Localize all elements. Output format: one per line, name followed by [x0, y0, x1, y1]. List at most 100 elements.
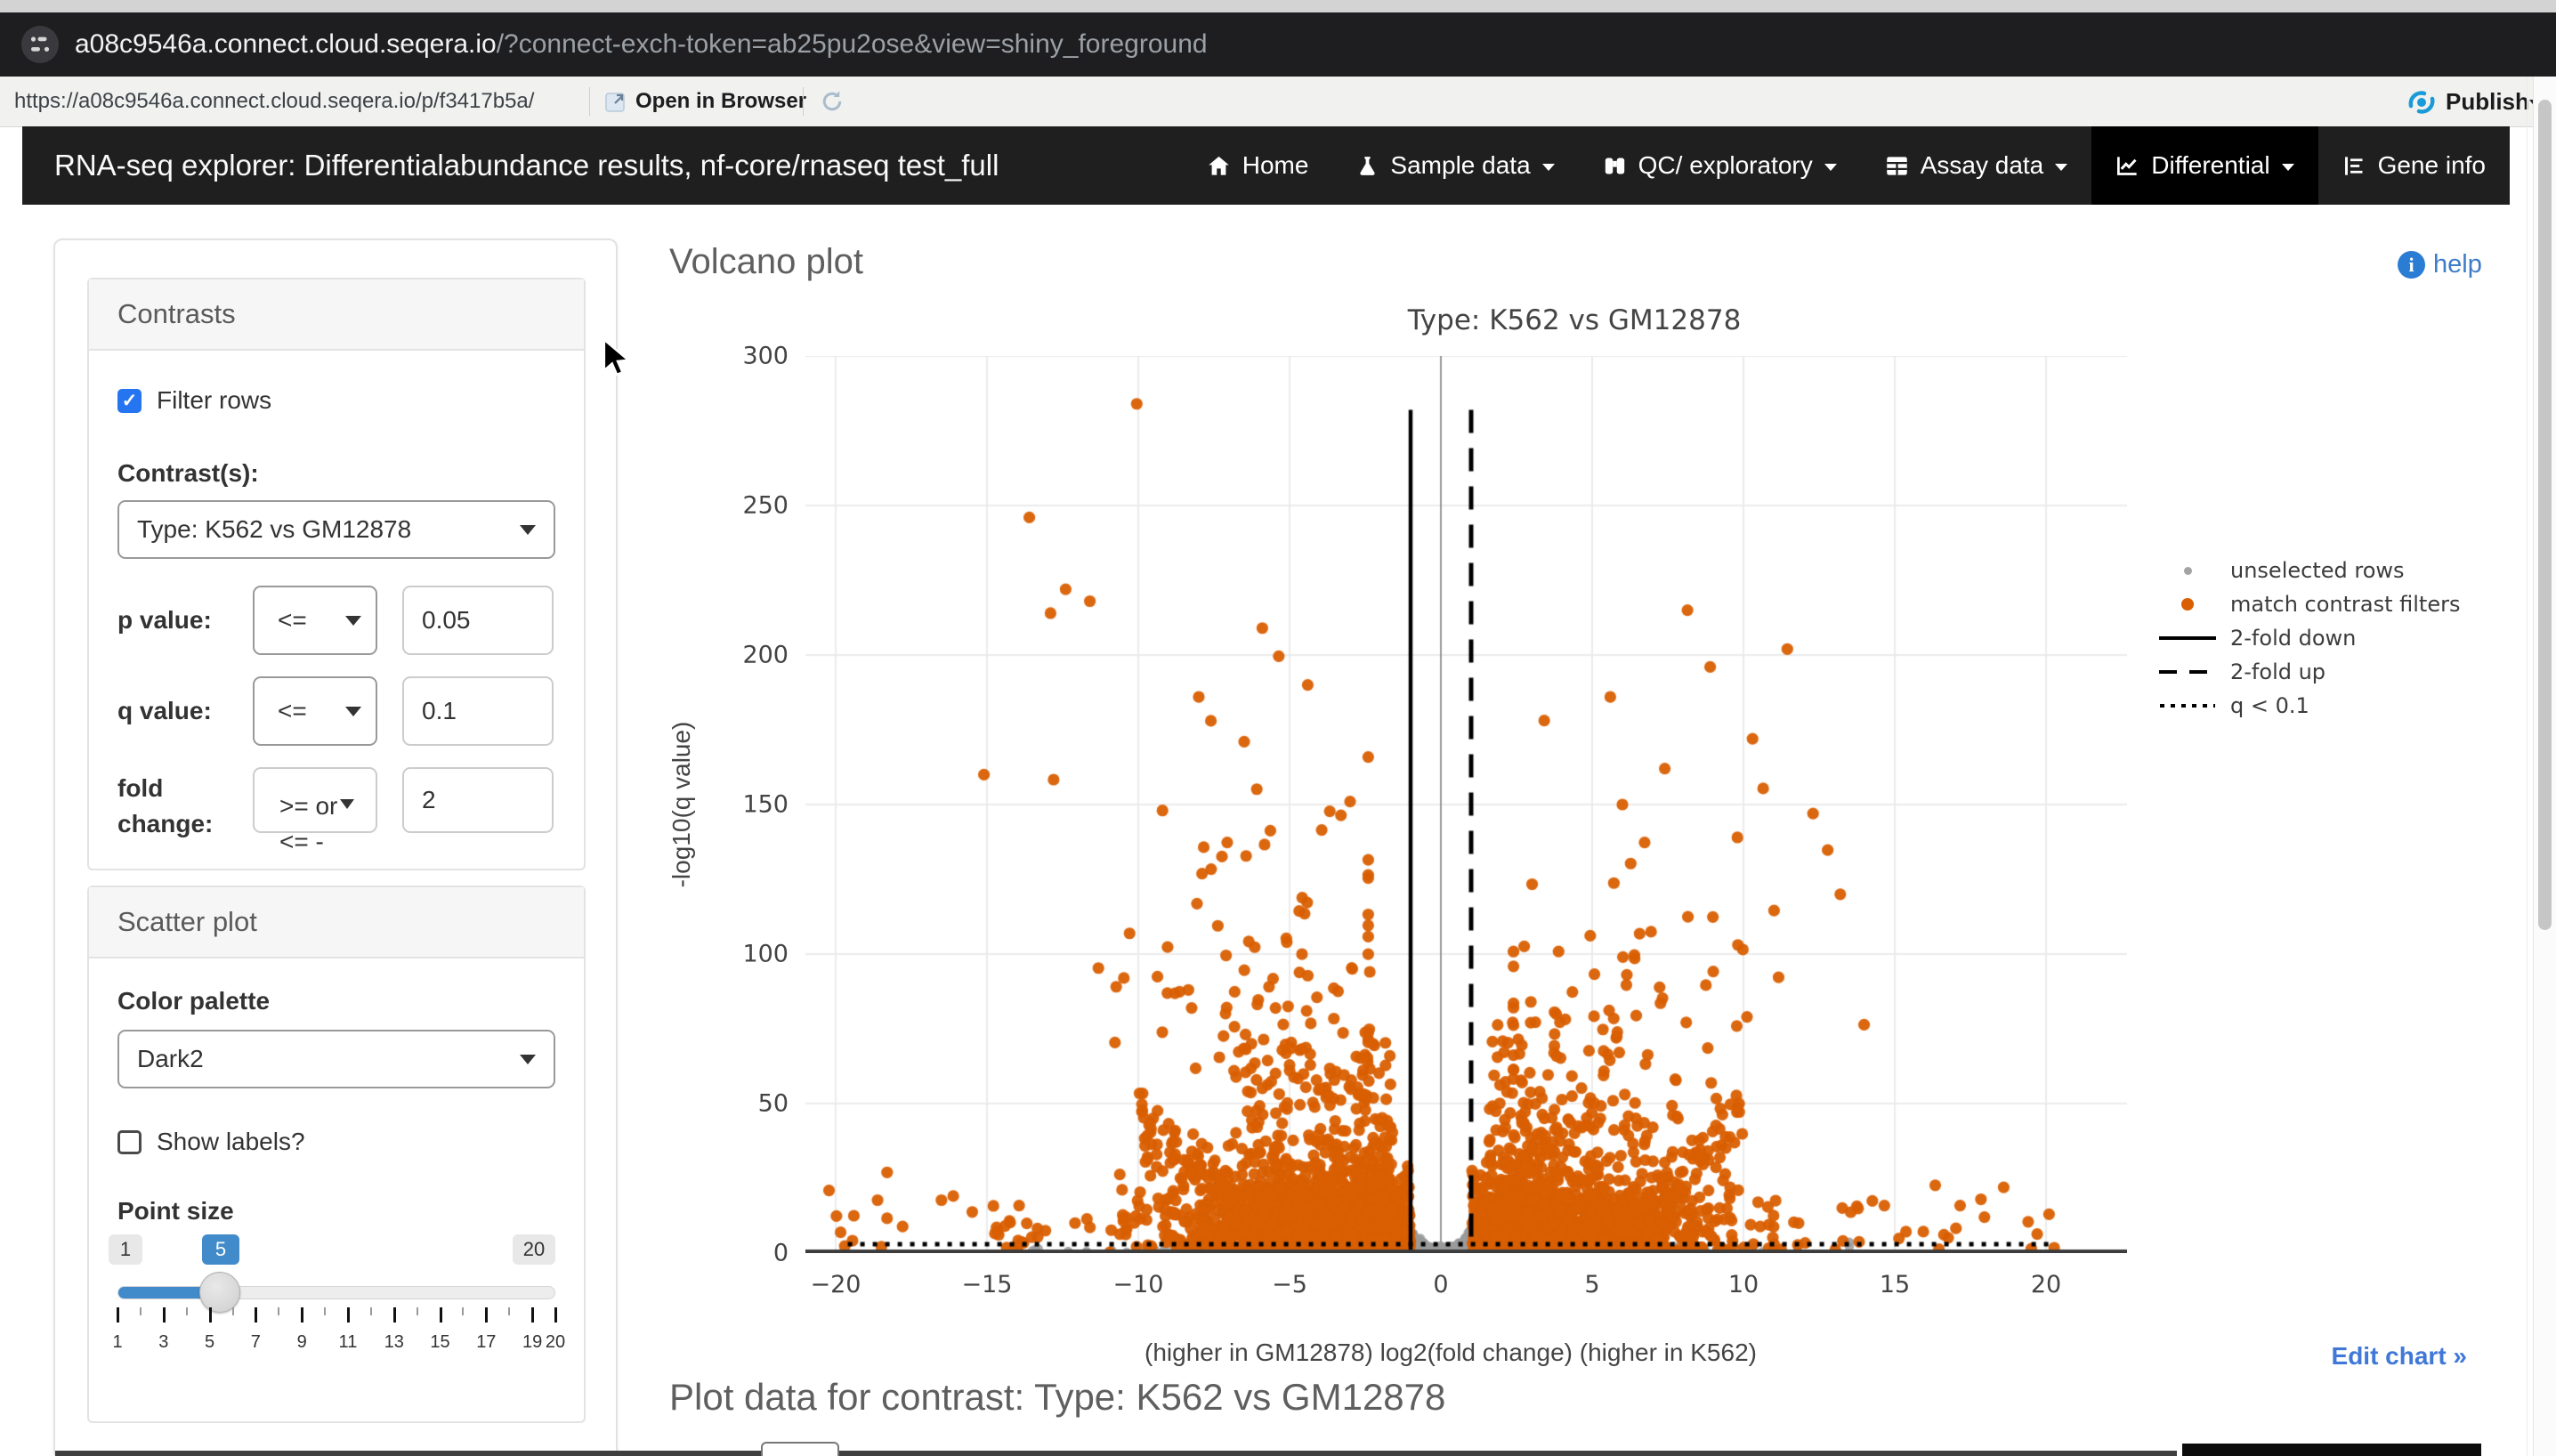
slider-tick-label: 1 [112, 1332, 122, 1353]
contrast-label: Contrast(s): [117, 459, 555, 488]
chevron-down-icon [1824, 164, 1837, 171]
point-size-slider: 1 5 20 13579111315171920 [117, 1234, 555, 1377]
screen: a08c9546a.connect.cloud.seqera.io/?conne… [0, 0, 2556, 1456]
info-icon[interactable]: i [2398, 251, 2425, 279]
scrollbar-thumb[interactable] [2538, 100, 2552, 930]
slider-tick-label: 19 [522, 1332, 542, 1353]
legend-item-match-filters[interactable]: match contrast filters [2154, 587, 2460, 621]
location-url[interactable]: https://a08c9546a.connect.cloud.seqera.i… [14, 77, 534, 126]
nav-item-qc-exploratory[interactable]: QC/ exploratory [1579, 126, 1861, 205]
legend-label: 2-fold up [2230, 659, 2325, 684]
slider-tick [324, 1307, 326, 1315]
publish-icon [2405, 88, 2439, 117]
legend-label: match contrast filters [2230, 592, 2460, 617]
chevron-down-icon [520, 525, 536, 535]
slider-tick-label: 7 [251, 1332, 261, 1353]
slider-tick-label: 13 [384, 1332, 404, 1353]
contrast-select[interactable]: Type: K562 vs GM12878 [117, 500, 555, 559]
table-icon [1885, 154, 1909, 178]
p-value-input[interactable]: 0.05 [402, 586, 554, 655]
slider-tick [278, 1307, 279, 1315]
slider-tick [462, 1307, 464, 1315]
nav-item-differential[interactable]: Differential [2091, 126, 2317, 205]
refresh-icon[interactable] [819, 88, 845, 115]
table-length-select-stub[interactable] [761, 1442, 839, 1456]
x-tick-label: 20 [2031, 1271, 2061, 1298]
color-palette-value: Dark2 [137, 1045, 204, 1073]
window-titlebar [0, 0, 2556, 12]
nav-item-gene-info[interactable]: Gene info [2318, 126, 2510, 205]
tab-favicon-icon[interactable] [20, 24, 61, 65]
fold-change-row: fold change: >= or <= - 2 [117, 767, 555, 842]
volcano-plot-canvas[interactable] [805, 356, 2127, 1253]
fold-change-label: fold change: [117, 767, 253, 842]
x-axis-title: (higher in GM12878) log2(fold change) (h… [1145, 1339, 1757, 1367]
separator [803, 87, 804, 116]
slider-tick [232, 1307, 234, 1315]
q-value-operator-select[interactable]: <= [253, 676, 377, 746]
slider-tick-label: 5 [205, 1332, 214, 1353]
filter-rows-checkbox[interactable]: ✓ [117, 389, 142, 413]
app-title: RNA-seq explorer: Differentialabundance … [54, 149, 999, 182]
slider-tick [186, 1307, 188, 1315]
y-tick-label: 300 [739, 343, 789, 370]
dotted-line-icon [2160, 704, 2215, 708]
dark-button-stub[interactable] [2182, 1444, 2481, 1456]
address-bar[interactable]: a08c9546a.connect.cloud.seqera.io/?conne… [75, 12, 1208, 77]
legend-item-2fold-up[interactable]: 2-fold up [2154, 655, 2460, 689]
chevron-down-icon [1542, 164, 1555, 171]
contrasts-panel: Contrasts ✓ Filter rows Contrast(s): Typ… [87, 278, 586, 870]
legend-label: 2-fold down [2230, 626, 2356, 651]
location-bar: https://a08c9546a.connect.cloud.seqera.i… [0, 77, 2556, 127]
nav-item-label: Home [1242, 151, 1309, 180]
scatter-plot-panel-title: Scatter plot [89, 887, 584, 959]
x-tick-label: 0 [1433, 1271, 1448, 1298]
chevron-down-icon [340, 799, 354, 809]
legend-item-q-threshold[interactable]: q < 0.1 [2154, 689, 2460, 723]
slider-tick [485, 1307, 488, 1323]
publish-button[interactable]: Publish [2446, 77, 2529, 126]
color-palette-select[interactable]: Dark2 [117, 1030, 555, 1088]
x-tick-label: −5 [1272, 1271, 1307, 1298]
nav-item-sample-data[interactable]: Sample data [1332, 126, 1578, 205]
show-labels-row: Show labels? [117, 1128, 555, 1156]
edit-chart-link[interactable]: Edit chart » [2332, 1342, 2467, 1371]
legend-label: q < 0.1 [2230, 693, 2309, 718]
slider-track[interactable] [117, 1286, 555, 1299]
address-params: /?connect-exch-token=ab25pu2ose&view=shi… [497, 29, 1208, 59]
show-labels-checkbox[interactable] [117, 1130, 142, 1154]
x-tick-label: 5 [1584, 1271, 1599, 1298]
show-labels-label: Show labels? [157, 1128, 305, 1156]
gray-point-icon [2184, 567, 2192, 575]
legend-label: unselected rows [2230, 558, 2405, 583]
fold-change-input[interactable]: 2 [402, 767, 554, 833]
slider-tick [301, 1307, 303, 1323]
nav-item-assay-data[interactable]: Assay data [1861, 126, 2092, 205]
y-tick-label: 250 [739, 492, 789, 520]
point-size-label: Point size [117, 1197, 555, 1225]
slider-value-badge: 5 [202, 1234, 239, 1265]
browser-chrome-bar: a08c9546a.connect.cloud.seqera.io/?conne… [0, 12, 2556, 77]
nav-item-home[interactable]: Home [1183, 126, 1333, 205]
content-edge-line [2527, 77, 2528, 1456]
legend-item-2fold-down[interactable]: 2-fold down [2154, 621, 2460, 655]
p-value-operator-select[interactable]: <= [253, 586, 377, 655]
nav-item-label: QC/ exploratory [1638, 151, 1813, 180]
q-value-input[interactable]: 0.1 [402, 676, 554, 746]
help-link[interactable]: help [2433, 250, 2482, 279]
x-tick-label: −20 [811, 1271, 861, 1298]
slider-tick [370, 1307, 372, 1315]
nav-items: Home Sample data QC/ exploratory Assay d… [1183, 126, 2510, 205]
legend-item-unselected[interactable]: unselected rows [2154, 554, 2460, 587]
x-tick-label: −15 [962, 1271, 1013, 1298]
slider-tick [347, 1307, 350, 1323]
nav-item-label: Differential [2151, 151, 2269, 180]
address-host: a08c9546a.connect.cloud.seqera.io [75, 29, 497, 59]
chart-title: Type: K562 vs GM12878 [1408, 304, 1742, 336]
contrast-select-value: Type: K562 vs GM12878 [137, 515, 411, 544]
chevron-down-icon [345, 616, 361, 626]
y-tick-label: 0 [739, 1240, 789, 1267]
open-in-browser-button[interactable]: Open in Browser [635, 77, 806, 126]
slider-min-badge: 1 [109, 1234, 142, 1265]
fold-change-operator-select[interactable]: >= or <= - [253, 767, 377, 833]
